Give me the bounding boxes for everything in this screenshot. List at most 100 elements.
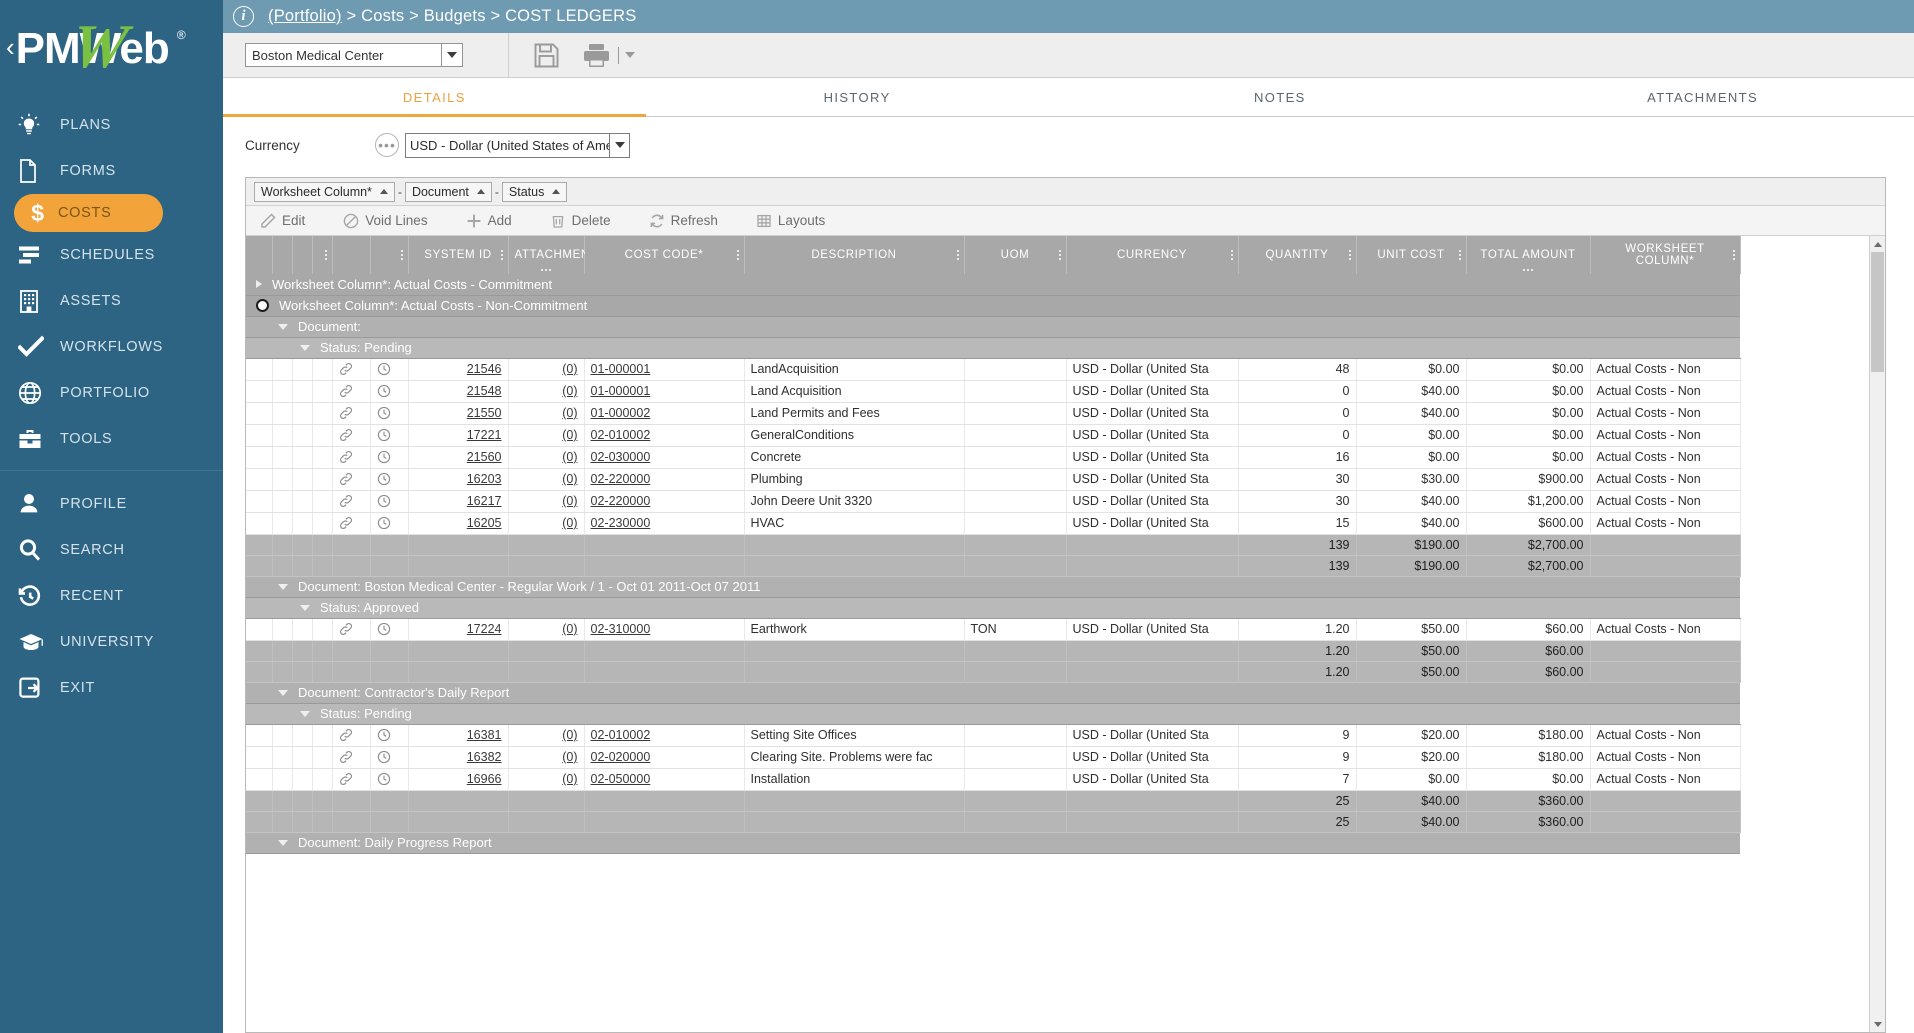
attachments-link[interactable]: (0)	[562, 450, 577, 464]
printer-icon[interactable]	[582, 42, 612, 69]
sidebar-item-portfolio[interactable]: PORTFOLIO	[0, 370, 223, 416]
cost-code-link[interactable]: 02-230000	[591, 516, 651, 530]
edit-button[interactable]: Edit	[260, 212, 343, 229]
collapse-group-icon[interactable]	[278, 689, 288, 696]
attachments-link[interactable]: (0)	[562, 362, 577, 376]
group-header-row[interactable]: Worksheet Column*: Actual Costs - Commit…	[246, 274, 1740, 296]
group-header-row[interactable]: Document: Daily Progress Report	[246, 832, 1740, 854]
row-selector-cell[interactable]	[246, 746, 273, 769]
row-selector-cell[interactable]	[246, 490, 273, 513]
row-selector-cell[interactable]	[246, 468, 273, 491]
row-handle-cell[interactable]	[272, 618, 293, 641]
attachments-link[interactable]: (0)	[562, 622, 577, 636]
row-selector-cell[interactable]	[246, 446, 273, 469]
column-menu-icon[interactable]	[736, 250, 739, 260]
cost-code-link[interactable]: 02-010002	[591, 428, 651, 442]
link-icon[interactable]	[332, 768, 371, 791]
link-icon[interactable]	[332, 618, 371, 641]
scroll-down-arrow[interactable]	[1870, 1016, 1885, 1032]
system-id-link[interactable]: 21546	[467, 362, 502, 376]
chevron-down-icon[interactable]	[441, 44, 462, 66]
header-cost-code[interactable]: COST CODE*	[584, 236, 745, 274]
system-id-link[interactable]: 16205	[467, 516, 502, 530]
row-handle-cell[interactable]	[272, 768, 293, 791]
sidebar-item-tools[interactable]: TOOLS	[0, 416, 223, 462]
clock-icon[interactable]	[370, 424, 409, 447]
cost-code-link[interactable]: 02-220000	[591, 494, 651, 508]
row-selector-cell[interactable]	[246, 512, 273, 535]
clock-icon[interactable]	[370, 746, 409, 769]
sidebar-item-recent[interactable]: RECENT	[0, 573, 223, 619]
breadcrumb-portfolio-link[interactable]: (Portfolio)	[268, 7, 342, 25]
cost-code-link[interactable]: 02-050000	[591, 772, 651, 786]
system-id-link[interactable]: 21548	[467, 384, 502, 398]
table-row[interactable]: 16382 (0) 02-020000 Clearing Site. Problems…	[246, 746, 1741, 769]
row-handle-cell[interactable]	[272, 724, 293, 747]
table-row[interactable]: 17221 (0) 02-010002 GeneralConditions USD - …	[246, 424, 1741, 447]
header-quantity[interactable]: QUANTITY	[1238, 236, 1357, 274]
attachments-link[interactable]: (0)	[562, 384, 577, 398]
column-menu-icon[interactable]	[1458, 250, 1461, 260]
row-selector-cell[interactable]	[246, 768, 273, 791]
row-selector-cell[interactable]	[246, 618, 273, 641]
header-total-amount[interactable]: TOTAL AMOUNT	[1466, 236, 1591, 274]
system-id-link[interactable]: 17224	[467, 622, 502, 636]
clock-icon[interactable]	[370, 490, 409, 513]
table-row[interactable]: 21546 (0) 01-000001 LandAcquisition USD - Do…	[246, 358, 1741, 381]
system-id-link[interactable]: 21550	[467, 406, 502, 420]
table-row[interactable]: 16217 (0) 02-220000 John Deere Unit 3320 USD…	[246, 490, 1741, 513]
link-icon[interactable]	[332, 358, 371, 381]
group-header-row[interactable]: Status: Approved	[246, 597, 1740, 619]
group-chip-status[interactable]: Status	[501, 181, 568, 202]
attachments-link[interactable]: (0)	[562, 516, 577, 530]
system-id-link[interactable]: 16217	[467, 494, 502, 508]
group-chip-document[interactable]: Document	[404, 181, 492, 202]
void-lines-button[interactable]: Void Lines	[343, 213, 465, 229]
sidebar-item-plans[interactable]: PLANS	[0, 102, 223, 148]
sort-asc-icon[interactable]	[552, 189, 561, 194]
row-handle-cell[interactable]	[272, 358, 293, 381]
row-handle-cell[interactable]	[272, 380, 293, 403]
header-unit-cost[interactable]: UNIT COST	[1356, 236, 1467, 274]
sidebar-item-assets[interactable]: ASSETS	[0, 278, 223, 324]
row-selector-cell[interactable]	[246, 358, 273, 381]
row-selector-cell[interactable]	[246, 424, 273, 447]
group-select-radio[interactable]	[256, 299, 269, 312]
system-id-link[interactable]: 21560	[467, 450, 502, 464]
add-button[interactable]: Add	[466, 213, 550, 229]
collapse-group-icon[interactable]	[300, 710, 310, 717]
clock-icon[interactable]	[370, 358, 409, 381]
row-handle-cell[interactable]	[272, 446, 293, 469]
group-header-row[interactable]: Document:	[246, 316, 1740, 338]
currency-select[interactable]: USD - Dollar (United States of Ameri	[405, 132, 630, 158]
link-icon[interactable]	[332, 512, 371, 535]
scrollbar-thumb[interactable]	[1871, 252, 1884, 372]
link-icon[interactable]	[332, 490, 371, 513]
group-header-row[interactable]: Document: Contractor's Daily Report	[246, 682, 1740, 704]
cost-code-link[interactable]: 01-000001	[591, 384, 651, 398]
sidebar-item-forms[interactable]: FORMS	[0, 148, 223, 194]
link-icon[interactable]	[332, 746, 371, 769]
cost-code-link[interactable]: 02-010002	[591, 728, 651, 742]
save-floppy-icon[interactable]	[533, 42, 560, 69]
group-header-row[interactable]: Worksheet Column*: Actual Costs - Non-Co…	[246, 295, 1740, 317]
cost-code-link[interactable]: 02-020000	[591, 750, 651, 764]
table-row[interactable]: 21548 (0) 01-000001 Land Acquisition USD - D…	[246, 380, 1741, 403]
table-row[interactable]: 21550 (0) 01-000002 Land Permits and Fees US…	[246, 402, 1741, 425]
link-icon[interactable]	[332, 424, 371, 447]
clock-icon[interactable]	[370, 402, 409, 425]
link-icon[interactable]	[332, 402, 371, 425]
group-header-row[interactable]: Status: Pending	[246, 703, 1740, 725]
system-id-link[interactable]: 16203	[467, 472, 502, 486]
tab-details[interactable]: DETAILS	[223, 78, 646, 117]
sidebar-item-workflows[interactable]: WORKFLOWS	[0, 324, 223, 370]
clock-icon[interactable]	[370, 768, 409, 791]
tab-notes[interactable]: NOTES	[1069, 78, 1492, 116]
table-row[interactable]: 16203 (0) 02-220000 Plumbing USD - Dollar (U…	[246, 468, 1741, 491]
refresh-button[interactable]: Refresh	[649, 213, 756, 229]
clock-icon[interactable]	[370, 512, 409, 535]
sidebar-item-profile[interactable]: PROFILE	[0, 481, 223, 527]
system-id-link[interactable]: 16382	[467, 750, 502, 764]
column-menu-icon[interactable]	[400, 250, 403, 260]
vertical-scrollbar[interactable]	[1869, 236, 1885, 1032]
